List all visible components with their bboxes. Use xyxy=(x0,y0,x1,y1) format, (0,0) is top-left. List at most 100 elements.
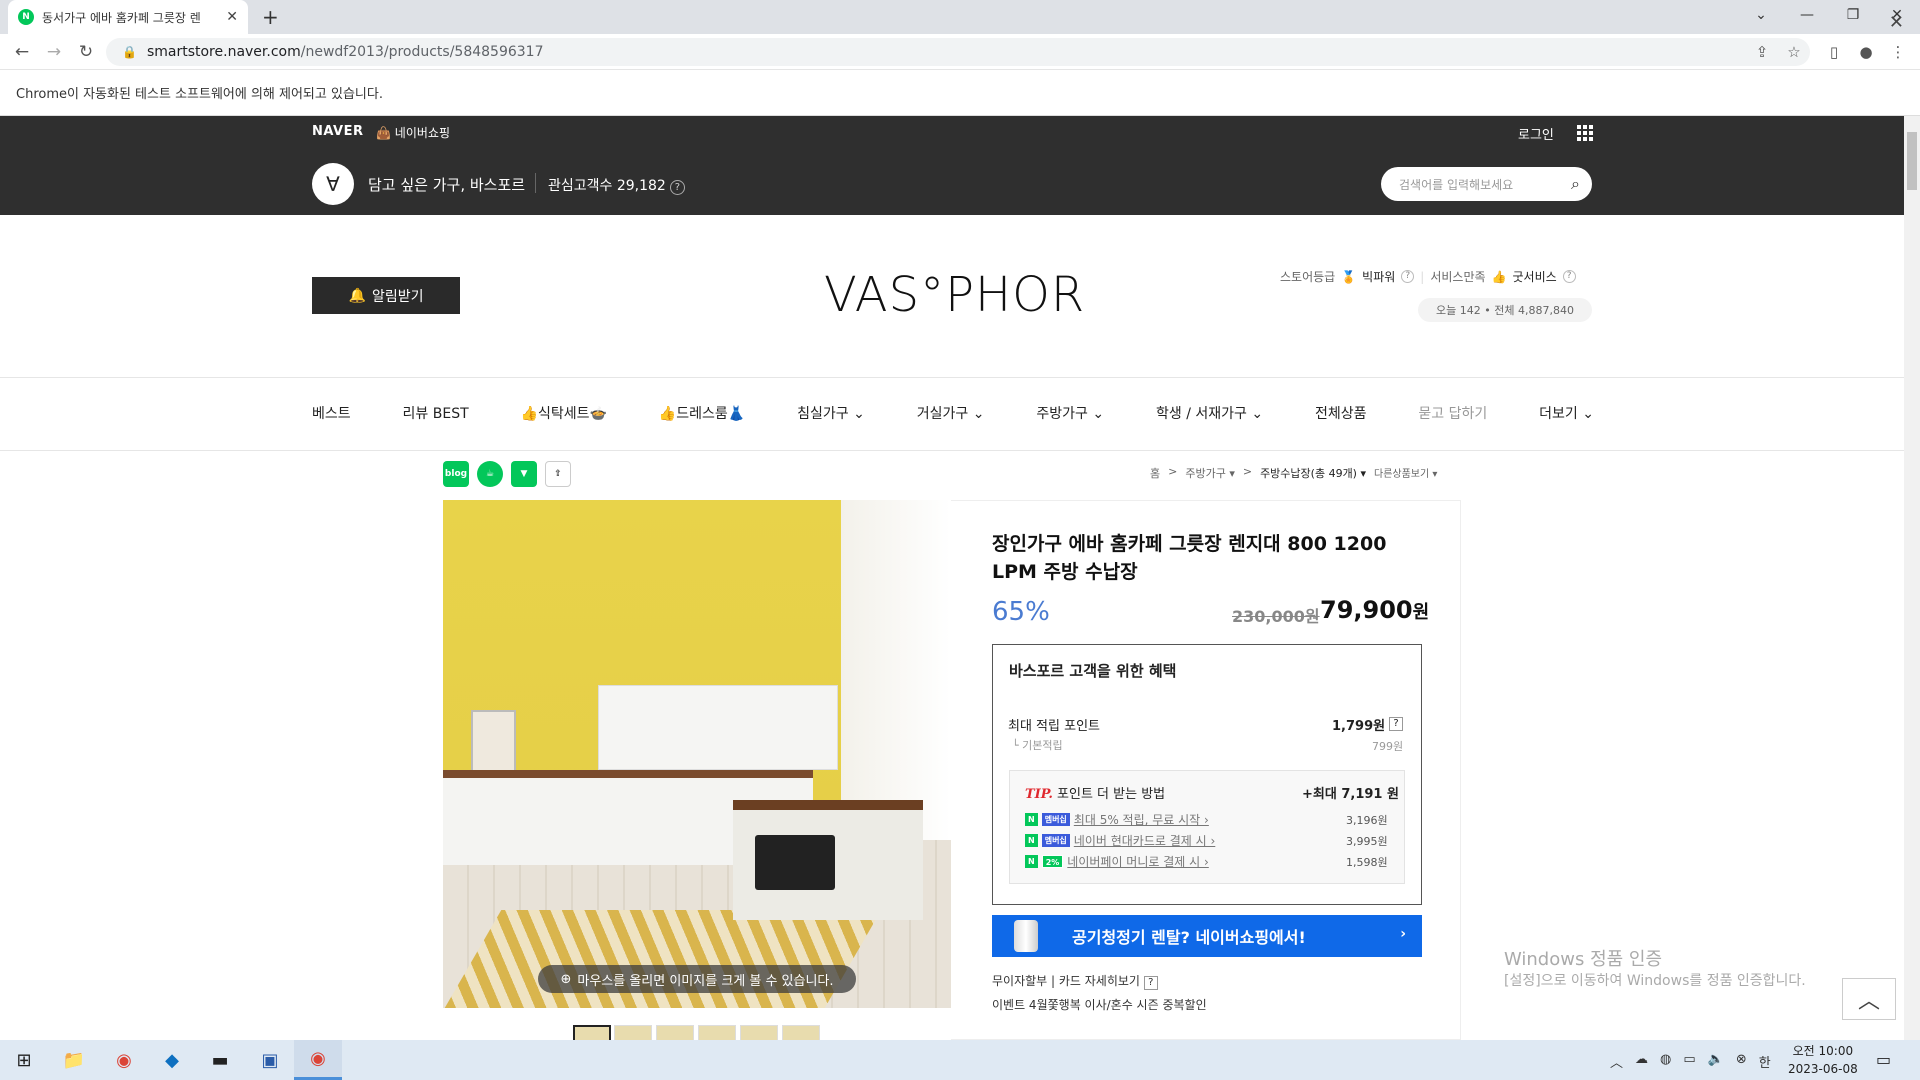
breadcrumb-home[interactable]: 홈 xyxy=(1150,465,1160,481)
breadcrumb-storage[interactable]: 주방수납장(총 49개) ▾ xyxy=(1260,465,1366,481)
notification-icon[interactable]: ▭ xyxy=(1876,1050,1891,1069)
scrollbar[interactable] xyxy=(1904,116,1920,1040)
store-search[interactable]: 검색어를 입력해보세요 ⌕ xyxy=(1381,167,1592,201)
zoom-hint-text: 마우스를 올리면 이미지를 크게 볼 수 있습니다. xyxy=(577,973,834,989)
naver-shopping-label: 네이버쇼핑 xyxy=(394,126,450,140)
help-icon[interactable]: ? xyxy=(669,180,685,195)
menu-item-dining-set[interactable]: 👍식탁세트🍲 xyxy=(521,403,607,423)
terminal-icon[interactable]: ▬ xyxy=(196,1040,244,1080)
tip-max: +최대 7,191 원 xyxy=(1302,787,1399,802)
product-main-image[interactable] xyxy=(443,500,951,1008)
restore-icon[interactable]: ❐ xyxy=(1830,0,1876,30)
card-help-icon[interactable]: ? xyxy=(1143,976,1158,990)
rug xyxy=(444,910,882,1008)
browser-toolbar: ← → ↻ 🔒 smartstore.naver.com/newdf2013/p… xyxy=(0,34,1920,70)
shopping-bag-icon: 👜 xyxy=(376,126,391,140)
blocked-icon[interactable]: ⊗ xyxy=(1736,1052,1747,1071)
close-tab-icon[interactable]: ✕ xyxy=(226,9,238,25)
menu-item-livingroom[interactable]: 거실가구 ⌄ xyxy=(917,403,985,423)
reload-icon[interactable]: ↻ xyxy=(74,40,98,64)
menu-item-qna[interactable]: 묻고 답하기 xyxy=(1418,403,1487,423)
bookmark-star-icon[interactable]: ☆ xyxy=(1782,40,1806,64)
grade-help-icon[interactable]: ? xyxy=(1401,270,1415,283)
discount-rate: 65% xyxy=(992,597,1050,627)
infobar-close-icon[interactable]: ✕ xyxy=(1889,12,1904,33)
tip-link[interactable]: 네이버페이 머니로 결제 시 › xyxy=(1067,853,1209,870)
installment-info[interactable]: 무이자할부 | 카드 자세히보기 ? xyxy=(992,972,1158,990)
naver-logo[interactable]: NAVER xyxy=(312,124,364,139)
windows-start-icon[interactable]: ⊞ xyxy=(0,1040,48,1080)
cloud-icon[interactable]: ☁ xyxy=(1635,1052,1648,1071)
promo-banner[interactable]: 공기청정기 렌탈? 네이버쇼핑에서! › xyxy=(992,915,1422,957)
login-link[interactable]: 로그인 xyxy=(1518,124,1554,143)
tray-chevron-icon[interactable]: ︿ xyxy=(1610,1052,1623,1071)
other-products-link[interactable]: 다른상품보기 ▾ xyxy=(1374,465,1437,481)
blog-share-icon[interactable]: blog xyxy=(443,461,469,487)
menu-item-all-products[interactable]: 전체상품 xyxy=(1315,403,1367,423)
tip-row[interactable]: N 2% 네이버페이 머니로 결제 시 › xyxy=(1025,853,1209,870)
bookmark-share-icon[interactable]: ▼ xyxy=(511,461,537,487)
scrollbar-thumb[interactable] xyxy=(1907,132,1917,190)
lock-icon: 🔒 xyxy=(122,45,137,59)
product-title: 장인가구 에바 홈카페 그릇장 렌지대 800 1200 LPM 주방 수납장 xyxy=(992,533,1387,583)
tip-link[interactable]: 최대 5% 적립, 무료 시작 › xyxy=(1074,811,1209,828)
store-name[interactable]: 담고 싶은 가구, 바스포르 xyxy=(368,174,525,195)
naver-shopping-link[interactable]: 👜 네이버쇼핑 xyxy=(376,124,450,141)
address-bar[interactable]: 🔒 smartstore.naver.com/newdf2013/product… xyxy=(106,38,1810,66)
max-points-value: 1,799원 xyxy=(1332,719,1386,734)
tip-value: 1,598원 xyxy=(1346,856,1388,869)
browser-tab[interactable]: N 동서가구 에바 홈카페 그릇장 렌 ✕ xyxy=(8,0,248,34)
apps-grid-icon[interactable] xyxy=(1577,125,1593,141)
share-icon[interactable]: ⇪ xyxy=(545,461,571,487)
automation-infobar: Chrome이 자동화된 테스트 소프트웨어에 의해 제어되고 있습니다. xyxy=(0,70,1920,116)
service-help-icon[interactable]: ? xyxy=(1562,270,1576,283)
points-help-icon[interactable]: ? xyxy=(1389,717,1403,731)
side-panel-icon[interactable]: ▯ xyxy=(1822,40,1846,64)
activation-sub: [설정]으로 이동하여 Windows를 정품 인증합니다. xyxy=(1504,973,1806,989)
minimize-icon[interactable]: — xyxy=(1784,0,1830,30)
tip-row[interactable]: N 멤버십 네이버 현대카드로 결제 시 › xyxy=(1025,832,1215,849)
divider xyxy=(0,450,1904,451)
clock[interactable]: 오전 10:00 2023-06-08 xyxy=(1788,1042,1858,1078)
menu-item-study[interactable]: 학생 / 서재가구 ⌄ xyxy=(1156,403,1263,423)
menu-item-best[interactable]: 베스트 xyxy=(312,403,351,423)
chrome-icon[interactable]: ◉ xyxy=(100,1040,148,1080)
thumbs-up-icon: 👍 xyxy=(1491,269,1507,284)
chrome-active-icon[interactable]: ◉ xyxy=(294,1040,342,1080)
search-input[interactable]: 검색어를 입력해보세요 xyxy=(1399,176,1571,193)
menu-kebab-icon[interactable]: ⋮ xyxy=(1886,40,1910,64)
original-price: 230,000원 xyxy=(1232,607,1320,626)
cafe-share-icon[interactable]: ☕ xyxy=(477,461,503,487)
share-icon[interactable]: ⇪ xyxy=(1750,40,1774,64)
alarm-button[interactable]: 🔔 알림받기 xyxy=(312,277,460,314)
forward-icon[interactable]: → xyxy=(42,40,66,64)
tip-row[interactable]: N 멤버십 최대 5% 적립, 무료 시작 › xyxy=(1025,811,1209,828)
brand-logo[interactable]: VAS°PHOR xyxy=(824,267,1085,323)
tip-link[interactable]: 네이버 현대카드로 결제 시 › xyxy=(1074,832,1216,849)
volume-icon[interactable]: 🔈 xyxy=(1708,1052,1724,1071)
event-info[interactable]: 이벤트 4월쫓행복 이사/혼수 시즌 중복할인 xyxy=(992,996,1207,1013)
display-icon[interactable]: ▭ xyxy=(1683,1052,1695,1071)
tab-search-icon[interactable]: ⌄ xyxy=(1738,0,1784,30)
clock-time: 오전 10:00 xyxy=(1792,1044,1854,1058)
profile-icon[interactable]: ● xyxy=(1854,40,1878,64)
file-explorer-icon[interactable]: 📁 xyxy=(50,1040,98,1080)
store-logo-icon[interactable]: ∀ xyxy=(312,163,354,205)
search-icon[interactable]: ⌕ xyxy=(1571,174,1580,194)
pct-badge: 2% xyxy=(1041,855,1064,868)
menu-item-kitchen[interactable]: 주방가구 ⌄ xyxy=(1036,403,1104,423)
menu-item-more[interactable]: 더보기 ⌄ xyxy=(1539,403,1594,423)
menu-item-dressroom[interactable]: 👍드레스룸👗 xyxy=(659,403,745,423)
back-icon[interactable]: ← xyxy=(10,40,34,64)
npay-badge-icon: N xyxy=(1025,813,1038,826)
menu-item-bedroom[interactable]: 침실가구 ⌄ xyxy=(797,403,865,423)
scroll-to-top-icon[interactable]: ︿ xyxy=(1842,978,1896,1020)
breadcrumb-kitchen[interactable]: 주방가구 ▾ xyxy=(1185,465,1235,481)
network-icon[interactable]: ◍ xyxy=(1660,1052,1671,1071)
promo-text: 공기청정기 렌탈? 네이버쇼핑에서! xyxy=(1072,928,1306,947)
vscode-icon[interactable]: ◆ xyxy=(148,1040,196,1080)
app-icon[interactable]: ▣ xyxy=(246,1040,294,1080)
menu-item-review-best[interactable]: 리뷰 BEST xyxy=(403,403,469,423)
new-tab-icon[interactable]: + xyxy=(262,5,279,29)
ime-indicator[interactable]: 한 xyxy=(1759,1052,1771,1071)
